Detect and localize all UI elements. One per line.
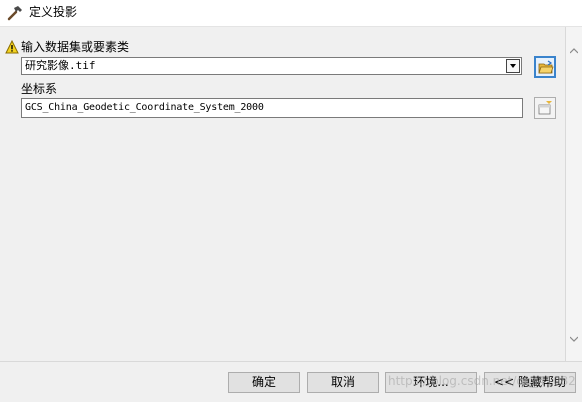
- hide-help-button[interactable]: << 隐藏帮助: [484, 372, 576, 393]
- chevron-down-icon[interactable]: [506, 59, 520, 73]
- coordinate-system-value: GCS_China_Geodetic_Coordinate_System_200…: [25, 102, 264, 113]
- hammer-icon: [6, 4, 24, 22]
- vertical-scrollbar[interactable]: [566, 27, 582, 361]
- tool-parameters-panel: 输入数据集或要素类 研究影像.tif 坐标系 GCS_China_Geodeti…: [0, 27, 566, 361]
- dialog-footer: 确定 取消 环境... << 隐藏帮助 https://blog.csdn.ne…: [0, 361, 582, 402]
- scroll-down-icon[interactable]: [569, 332, 579, 342]
- browse-input-button[interactable]: [534, 56, 556, 78]
- coordinate-system-label: 坐标系: [21, 82, 58, 96]
- warning-icon: [5, 39, 19, 54]
- scroll-up-icon[interactable]: [569, 44, 579, 54]
- cancel-button[interactable]: 取消: [307, 372, 379, 393]
- title-bar: 定义投影: [0, 0, 582, 27]
- coordinate-system-field[interactable]: GCS_China_Geodetic_Coordinate_System_200…: [21, 98, 523, 118]
- ok-button[interactable]: 确定: [228, 372, 300, 393]
- environments-button[interactable]: 环境...: [385, 372, 477, 393]
- window-title: 定义投影: [29, 5, 78, 19]
- coordinate-system-properties-button[interactable]: [534, 97, 556, 119]
- input-dataset-value: 研究影像.tif: [25, 59, 96, 72]
- input-dataset-dropdown[interactable]: 研究影像.tif: [21, 57, 522, 75]
- input-dataset-label: 输入数据集或要素类: [21, 40, 130, 54]
